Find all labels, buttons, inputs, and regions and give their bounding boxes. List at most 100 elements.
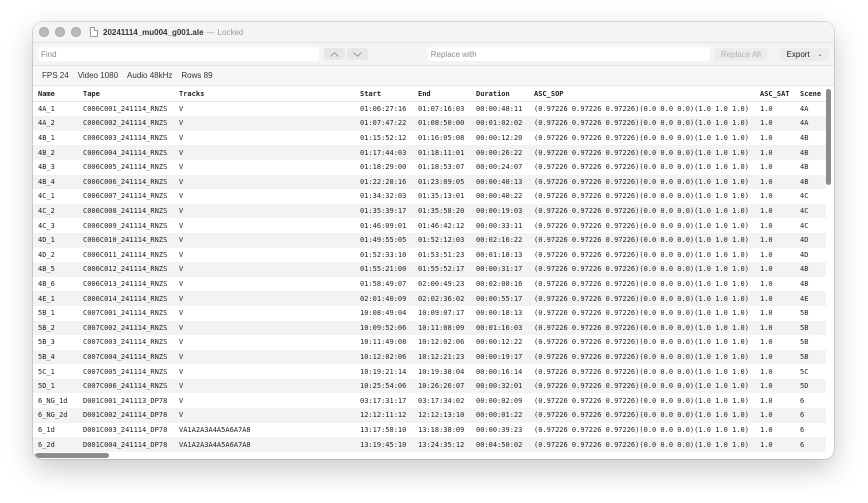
table-row[interactable]: 4A_1 C006C001_241114_RNZS V 01:06:27:16 01:0… — [33, 102, 826, 117]
column-header-start[interactable]: Start — [355, 87, 413, 103]
cell-scene[interactable]: 4C — [795, 189, 826, 204]
cell-asc-sop[interactable]: (0.97226 0.97226 0.97226)(0.0 0.0 0.0)(1… — [529, 262, 755, 277]
cell-asc-sop[interactable]: (0.97226 0.97226 0.97226)(0.0 0.0 0.0)(1… — [529, 131, 755, 146]
cell-duration[interactable]: 00:00:48:11 — [471, 102, 529, 117]
column-header-asc-sat[interactable]: ASC_SAT — [755, 87, 795, 103]
cell-duration[interactable]: 00:00:16:14 — [471, 364, 529, 379]
table-row[interactable]: 4B_6 C006C013_241114_RNZS V 01:58:49:07 02:0… — [33, 277, 826, 292]
cell-asc-sat[interactable]: 1.0 — [755, 335, 795, 350]
cell-duration[interactable]: 00:00:12:20 — [471, 131, 529, 146]
cell-tracks[interactable]: VA1A2A3A4A5A6A7A8 — [174, 437, 355, 452]
cell-tape[interactable]: D001C004_241114_DP78 — [78, 437, 174, 452]
cell-asc-sop[interactable]: (0.97226 0.97226 0.97226)(0.0 0.0 0.0)(1… — [529, 203, 755, 219]
cell-scene[interactable]: 4D — [795, 232, 826, 248]
cell-tracks[interactable]: V — [174, 335, 355, 350]
table-row[interactable]: 4C_1 C006C007_241114_RNZS V 01:34:32:03 01:3… — [33, 189, 826, 204]
table-row[interactable]: 4A_2 C006C002_241114_RNZS V 01:07:47:22 01:0… — [33, 116, 826, 131]
cell-name[interactable]: 5B_3 — [33, 335, 78, 350]
cell-asc-sop[interactable]: (0.97226 0.97226 0.97226)(0.0 0.0 0.0)(1… — [529, 423, 755, 438]
column-header-duration[interactable]: Duration — [471, 87, 529, 103]
table-row[interactable]: 4B_1 C006C003_241114_RNZS V 01:15:52:12 01:1… — [33, 131, 826, 146]
table-row[interactable]: 4B_3 C006C005_241114_RNZS V 01:18:29:00 01:1… — [33, 160, 826, 175]
cell-end[interactable]: 10:26:26:07 — [413, 378, 471, 394]
cell-asc-sat[interactable]: 1.0 — [755, 174, 795, 190]
cell-tracks[interactable]: V — [174, 378, 355, 394]
cell-start[interactable]: 01:34:32:03 — [355, 189, 413, 204]
cell-name[interactable]: 4B_5 — [33, 262, 78, 277]
cell-asc-sat[interactable]: 1.0 — [755, 131, 795, 146]
cell-asc-sop[interactable]: (0.97226 0.97226 0.97226)(0.0 0.0 0.0)(1… — [529, 160, 755, 175]
cell-name[interactable]: 4C_3 — [33, 218, 78, 233]
cell-duration[interactable]: 00:01:02:02 — [471, 116, 529, 131]
vertical-scrollbar[interactable] — [826, 87, 832, 453]
cell-scene[interactable]: 4B — [795, 131, 826, 146]
table-row[interactable]: 4D_2 C006C011_241114_RNZS V 01:52:33:10 01:5… — [33, 248, 826, 263]
cell-scene[interactable]: 6 — [795, 423, 826, 438]
cell-tape[interactable]: C006C005_241114_RNZS — [78, 160, 174, 175]
cell-tape[interactable]: C007C005_241114_RNZS — [78, 364, 174, 379]
cell-tracks[interactable]: V — [174, 102, 355, 117]
cell-tracks[interactable]: V — [174, 232, 355, 248]
cell-duration[interactable]: 00:02:00:16 — [471, 277, 529, 292]
cell-start[interactable]: 01:07:47:22 — [355, 116, 413, 131]
cell-asc-sop[interactable]: (0.97226 0.97226 0.97226)(0.0 0.0 0.0)(1… — [529, 174, 755, 190]
cell-name[interactable]: 4A_2 — [33, 116, 78, 131]
cell-asc-sat[interactable]: 1.0 — [755, 306, 795, 321]
lock-status[interactable]: Locked — [218, 28, 244, 37]
cell-duration[interactable]: 00:00:02:09 — [471, 393, 529, 408]
vertical-scroll-thumb[interactable] — [826, 89, 831, 185]
cell-start[interactable]: 01:46:09:01 — [355, 218, 413, 233]
cell-asc-sop[interactable]: (0.97226 0.97226 0.97226)(0.0 0.0 0.0)(1… — [529, 277, 755, 292]
cell-tracks[interactable]: V — [174, 306, 355, 321]
cell-scene[interactable]: 4B — [795, 145, 826, 160]
cell-asc-sop[interactable]: (0.97226 0.97226 0.97226)(0.0 0.0 0.0)(1… — [529, 378, 755, 394]
cell-end[interactable]: 10:12:21:23 — [413, 349, 471, 365]
cell-asc-sat[interactable]: 1.0 — [755, 437, 795, 452]
horizontal-scroll-thumb[interactable] — [35, 453, 109, 458]
cell-scene[interactable]: 6 — [795, 393, 826, 408]
cell-name[interactable]: 4C_2 — [33, 203, 78, 219]
cell-name[interactable]: 5D_1 — [33, 378, 78, 394]
title-bar[interactable]: 20241114_mu004_g001.ale — Locked — [33, 22, 834, 42]
cell-start[interactable]: 01:49:55:05 — [355, 232, 413, 248]
cell-asc-sop[interactable]: (0.97226 0.97226 0.97226)(0.0 0.0 0.0)(1… — [529, 349, 755, 365]
cell-asc-sat[interactable]: 1.0 — [755, 116, 795, 131]
cell-end[interactable]: 03:17:34:02 — [413, 393, 471, 408]
table-row[interactable]: 5B_3 C007C003_241114_RNZS V 10:11:49:08 10:1… — [33, 335, 826, 350]
table-row[interactable]: 5C_1 C007C005_241114_RNZS V 10:19:21:14 10:1… — [33, 364, 826, 379]
cell-name[interactable]: 5B_4 — [33, 349, 78, 365]
cell-asc-sop[interactable]: (0.97226 0.97226 0.97226)(0.0 0.0 0.0)(1… — [529, 393, 755, 408]
table-row[interactable]: 5B_1 C007C001_241114_RNZS V 10:08:49:04 10:0… — [33, 306, 826, 321]
cell-tracks[interactable]: V — [174, 203, 355, 219]
cell-scene[interactable]: 4A — [795, 116, 826, 131]
find-next-button[interactable] — [346, 48, 368, 60]
cell-duration[interactable]: 00:00:32:01 — [471, 378, 529, 394]
cell-start[interactable]: 10:08:49:04 — [355, 306, 413, 321]
close-window-button[interactable] — [39, 27, 49, 37]
cell-start[interactable]: 01:06:27:16 — [355, 102, 413, 117]
cell-tracks[interactable]: V — [174, 116, 355, 131]
cell-name[interactable]: 4B_3 — [33, 160, 78, 175]
cell-name[interactable]: 6_1d — [33, 423, 78, 438]
cell-scene[interactable]: 5B — [795, 320, 826, 336]
cell-asc-sop[interactable]: (0.97226 0.97226 0.97226)(0.0 0.0 0.0)(1… — [529, 320, 755, 336]
cell-start[interactable]: 13:19:45:10 — [355, 437, 413, 452]
cell-asc-sat[interactable]: 1.0 — [755, 277, 795, 292]
find-input[interactable] — [38, 47, 319, 61]
cell-tracks[interactable]: V — [174, 291, 355, 306]
cell-asc-sop[interactable]: (0.97226 0.97226 0.97226)(0.0 0.0 0.0)(1… — [529, 102, 755, 117]
cell-asc-sop[interactable]: (0.97226 0.97226 0.97226)(0.0 0.0 0.0)(1… — [529, 145, 755, 160]
minimize-window-button[interactable] — [55, 27, 65, 37]
cell-duration[interactable]: 00:02:16:22 — [471, 232, 529, 248]
replace-all-button[interactable]: Replace All — [714, 47, 768, 61]
cell-tape[interactable]: C006C008_241114_RNZS — [78, 203, 174, 219]
table-row[interactable]: 5B_4 C007C004_241114_RNZS V 10:12:02:06 10:1… — [33, 349, 826, 365]
cell-asc-sat[interactable]: 1.0 — [755, 408, 795, 423]
cell-tape[interactable]: C006C002_241114_RNZS — [78, 116, 174, 131]
cell-asc-sat[interactable]: 1.0 — [755, 262, 795, 277]
cell-name[interactable]: 4B_2 — [33, 145, 78, 160]
cell-tracks[interactable]: V — [174, 218, 355, 233]
cell-asc-sat[interactable]: 1.0 — [755, 189, 795, 204]
cell-asc-sat[interactable]: 1.0 — [755, 364, 795, 379]
cell-scene[interactable]: 4E — [795, 291, 826, 306]
